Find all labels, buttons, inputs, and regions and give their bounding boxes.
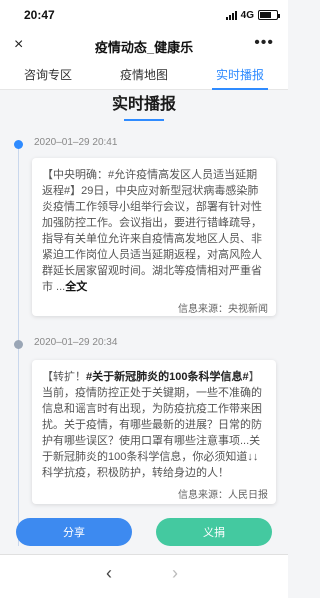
nav-bar: × 疫情动态_健康乐 ••• [0,30,288,62]
status-time: 20:47 [24,8,55,22]
post-time: 2020–01–29 20:41 [34,137,118,148]
news-text: 【中央明确：#允许疫情高发区人员适当延期返程#】29日，中央应对新型冠状病毒感染… [42,167,268,295]
news-source: 信息来源：人民日报 [178,490,268,501]
timeline-dot [14,340,23,349]
news-card[interactable]: 【转扩！#关于新冠肺炎的100条科学信息#】当前，疫情防控正处于关键期，一些不准… [32,360,276,504]
forward-icon[interactable]: › [172,563,178,584]
news-body: 【中央明确：#允许疫情高发区人员适当延期返程#】29日，中央应对新型冠状病毒感染… [42,169,262,293]
network-type: 4G [240,9,254,21]
news-body: 】当前，疫情防控正处于关键期，一些不准确的信息和谣言时有出现，为防疫抗疫工作带来… [42,371,262,479]
share-button[interactable]: 分享 [16,518,132,546]
post-time: 2020–01–29 20:34 [34,337,118,348]
news-prefix: 【转扩！ [42,371,86,383]
close-icon[interactable]: × [14,36,23,54]
donate-button[interactable]: 义捐 [156,518,272,546]
news-text: 【转扩！#关于新冠肺炎的100条科学信息#】当前，疫情防控正处于关键期，一些不准… [42,369,268,481]
tab-bar: 咨询专区 疫情地图 实时播报 [0,62,288,90]
browser-toolbar: ‹ › [0,554,288,598]
section-underline [124,119,164,121]
page-title: 疫情动态_健康乐 [94,39,194,55]
status-bar: 20:47 4G [0,0,288,30]
battery-icon [258,10,280,20]
news-headline[interactable]: #关于新冠肺炎的100条科学信息# [86,371,249,383]
tab-live[interactable]: 实时播报 [192,62,288,89]
news-source: 信息来源：央视新闻 [178,304,268,315]
signal-icon [225,10,237,20]
back-icon[interactable]: ‹ [106,563,112,584]
full-text-link[interactable]: 全文 [65,281,87,293]
tab-consult[interactable]: 咨询专区 [0,62,96,89]
status-indicators: 4G [225,9,280,21]
tab-map[interactable]: 疫情地图 [96,62,192,89]
more-icon[interactable]: ••• [254,34,274,52]
news-card[interactable]: 【中央明确：#允许疫情高发区人员适当延期返程#】29日，中央应对新型冠状病毒感染… [32,158,276,316]
timeline-dot [14,140,23,149]
section-title: 实时播报 [111,96,176,113]
